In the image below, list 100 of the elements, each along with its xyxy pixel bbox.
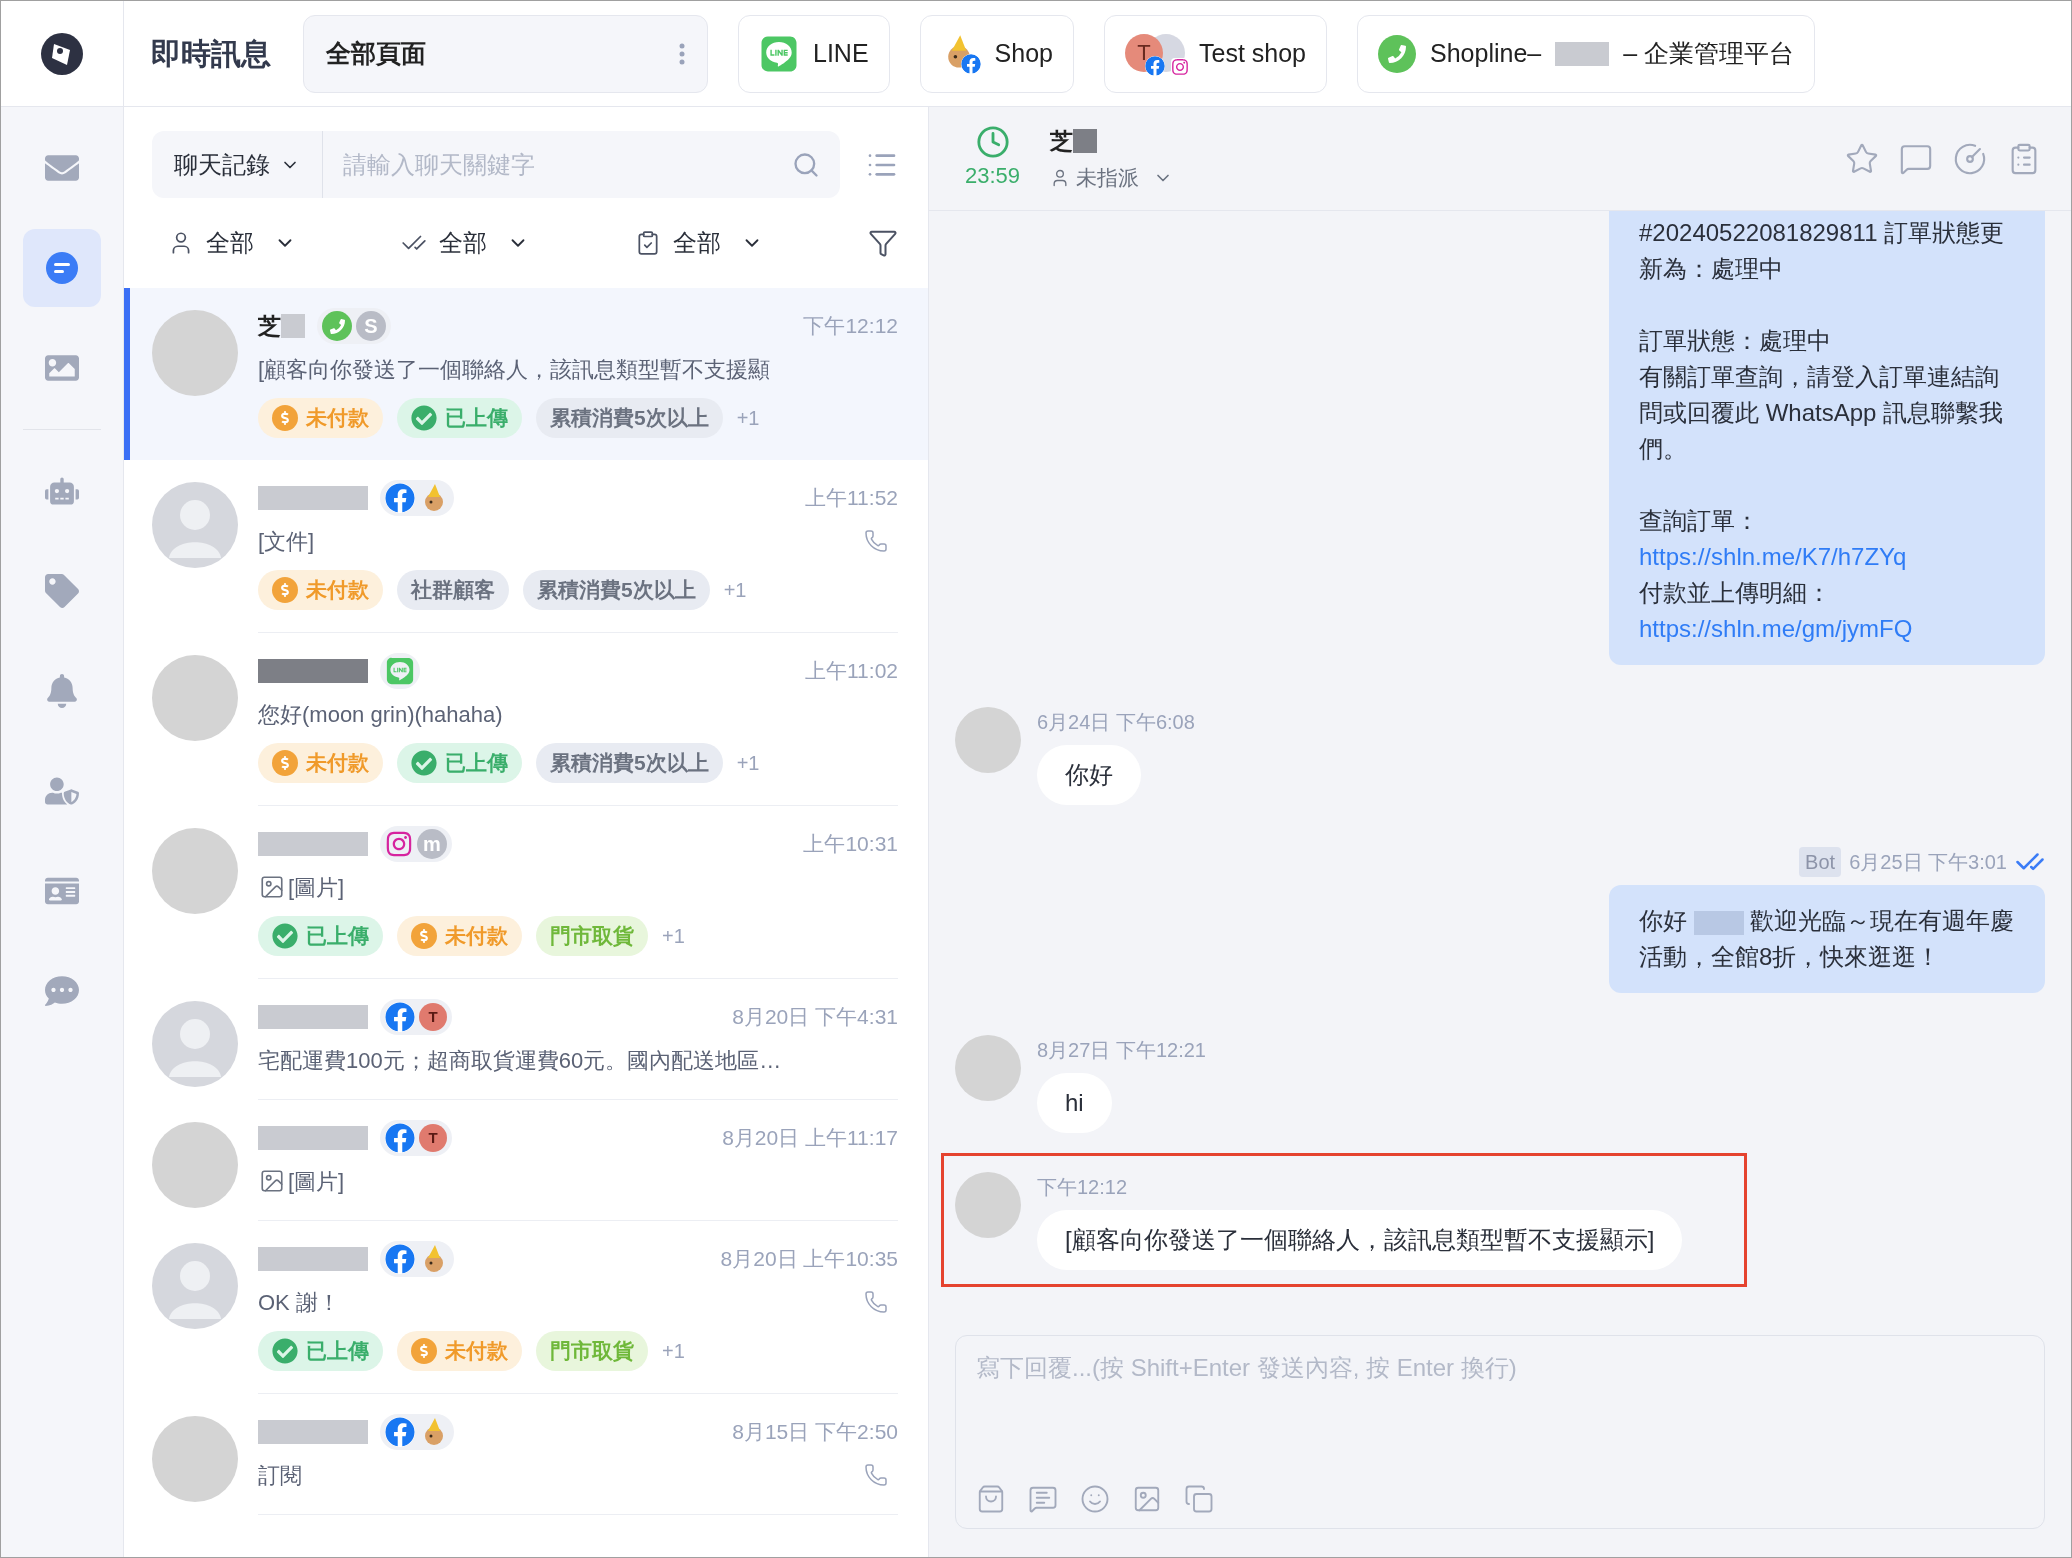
filter-dropdown[interactable]: 全部: [401, 225, 530, 261]
status-tag: 未付款: [258, 398, 383, 438]
redacted-name: [1073, 128, 1098, 153]
message-preview: [圖片]: [288, 1167, 345, 1196]
bot-badge: Bot: [1799, 847, 1842, 877]
image-icon: [258, 1168, 286, 1194]
status-tag: 未付款: [258, 743, 383, 783]
status-tag: 未付款: [397, 1331, 522, 1371]
image-icon[interactable]: [1132, 1484, 1162, 1514]
more-tags-count: +1: [662, 924, 685, 949]
message-time: 6月24日 下午6:08: [1037, 710, 1195, 735]
message-time: 6月25日 下午3:01: [1849, 850, 2007, 875]
more-tags-count: +1: [723, 578, 747, 603]
message-time: 8月20日 下午4:31: [732, 1004, 898, 1031]
status-tag: 已上傳: [258, 916, 383, 956]
status-tag: 已上傳: [258, 1331, 383, 1371]
contact-name: 芝: [1050, 126, 1074, 156]
message-time: 8月20日 上午11:17: [722, 1125, 898, 1152]
clock-icon: [975, 125, 1010, 159]
more-tags-count: +1: [736, 406, 760, 431]
facebook-icon: [385, 1123, 415, 1153]
status-tag: 已上傳: [397, 743, 522, 783]
reply-field[interactable]: 寫下回覆...(按 Shift+Enter 發送內容, 按 Enter 換行): [976, 1350, 2024, 1484]
status-tag: 未付款: [397, 916, 522, 956]
dollar-icon: [411, 1338, 437, 1364]
letter-avatar: m: [417, 829, 447, 859]
message-time: 上午10:31: [803, 831, 898, 858]
message-time: 下午12:12: [803, 313, 898, 340]
whatsapp-icon: [322, 311, 352, 341]
redacted-name: [281, 314, 305, 338]
status-tag: 累積消費5次以上: [536, 743, 723, 783]
status-tag: 門市取貨: [536, 1331, 648, 1371]
message-preview: 宅配運費100元；超商取貨運費60元。國內配送地區…: [258, 1046, 782, 1075]
image-icon: [258, 874, 286, 900]
message-preview: [文件]: [258, 527, 315, 556]
message-text: 查詢訂單：: [1639, 506, 1760, 536]
message-time: 下午12:12: [1037, 1175, 1128, 1200]
page-tab[interactable]: T Test shop: [1104, 14, 1327, 93]
shopping-bag-icon[interactable]: [976, 1484, 1006, 1514]
letter-avatar: T: [419, 1124, 447, 1152]
quick-reply-icon[interactable]: [1028, 1484, 1058, 1514]
message-preview: 您好(moon grin)(hahaha): [258, 700, 503, 729]
message-preview: [圖片]: [288, 873, 345, 902]
page-title: 即時訊息: [151, 36, 271, 72]
more-vertical-icon: [679, 42, 685, 65]
incoming-message-bubble: 你好: [1037, 745, 1141, 805]
message-preview: OK 謝！: [258, 1288, 340, 1317]
search-icon[interactable]: [792, 150, 820, 179]
reply-timer: 23:59: [965, 162, 1021, 190]
message-text: 你好 歡迎光臨～現在有週年慶活動，全館8折，快來逛逛！: [1639, 906, 2015, 972]
message-time: 上午11:02: [805, 658, 898, 685]
conversation-item[interactable]: 芝 S 下午12:12 [顧客向你發送了一個聯絡人，該訊息類型暫不支援顯 未付款 已上傳 累積消費5次以上 +1: [124, 288, 928, 460]
filter-icon[interactable]: [868, 228, 898, 258]
incoming-message-bubble: [顧客向你發送了一個聯絡人，該訊息類型暫不支援顯示]: [1037, 1210, 1683, 1270]
message-time: 8月15日 下午2:50: [732, 1419, 898, 1446]
message-preview: [顧客向你發送了一個聯絡人，該訊息類型暫不支援顯: [258, 355, 771, 384]
letter-avatar: S: [356, 311, 386, 341]
assignee-dropdown[interactable]: 未指派: [1050, 162, 1174, 194]
status-tag: 累積消費5次以上: [523, 570, 710, 610]
page-tab[interactable]: 全部頁面: [303, 14, 708, 93]
status-tag: 社群顧客: [397, 570, 509, 610]
status-tag: 未付款: [258, 570, 383, 610]
status-tag: 門市取貨: [536, 916, 648, 956]
page-tab[interactable]: Shop: [919, 14, 1074, 93]
facebook-icon: [385, 1244, 415, 1274]
emoji-icon[interactable]: [1080, 1484, 1110, 1514]
star-icon[interactable]: [1845, 141, 1879, 176]
status-tag: 已上傳: [397, 398, 522, 438]
facebook-icon: [385, 483, 415, 513]
message-time: 上午11:52: [805, 485, 898, 512]
message-text: 訂單狀態：處理中: [1639, 326, 1832, 356]
chat-icon[interactable]: [23, 229, 101, 307]
whatsapp-icon: [1378, 34, 1416, 73]
scope-dropdown[interactable]: 聊天記錄: [152, 131, 323, 198]
page-tab[interactable]: LINE: [738, 14, 890, 93]
letter-avatar: T: [419, 1003, 447, 1031]
page-tab[interactable]: Shopline– – 企業管理平台: [1357, 14, 1816, 93]
facebook-icon: [385, 1417, 415, 1447]
dollar-icon: [411, 923, 437, 949]
message-text: #20240522081829811 訂單狀態更新為：處理中: [1639, 218, 2006, 284]
search-bar[interactable]: 聊天記錄 請輸入聊天關鍵字: [152, 131, 840, 198]
filter-dropdown[interactable]: 全部: [168, 225, 296, 261]
message-text: 付款並上傳明細：: [1639, 578, 1832, 608]
instagram-icon: [385, 830, 413, 858]
logo-icon: [40, 31, 84, 76]
message-time: 8月20日 上午10:35: [720, 1246, 898, 1273]
reply-box[interactable]: 寫下回覆...(按 Shift+Enter 發送內容, 按 Enter 換行): [955, 1335, 2045, 1529]
dollar-icon: [272, 405, 298, 431]
more-tags-count: +1: [736, 751, 760, 776]
incoming-message-bubble: hi: [1037, 1073, 1112, 1133]
facebook-icon: [385, 1002, 415, 1032]
dollar-icon: [272, 750, 298, 776]
message-preview: 訂閱: [258, 1461, 302, 1490]
contact-name: 芝: [258, 311, 281, 341]
message-text: 有關訂單查詢，請登入訂單連結詢問或回覆此 WhatsApp 訊息聯繫我們。: [1639, 362, 2005, 464]
copy-icon[interactable]: [1184, 1484, 1214, 1514]
filter-dropdown[interactable]: 全部: [634, 225, 763, 261]
search-field[interactable]: 請輸入聊天關鍵字: [323, 131, 792, 198]
dollar-icon: [272, 577, 298, 603]
message-time: 8月27日 下午12:21: [1037, 1038, 1206, 1063]
